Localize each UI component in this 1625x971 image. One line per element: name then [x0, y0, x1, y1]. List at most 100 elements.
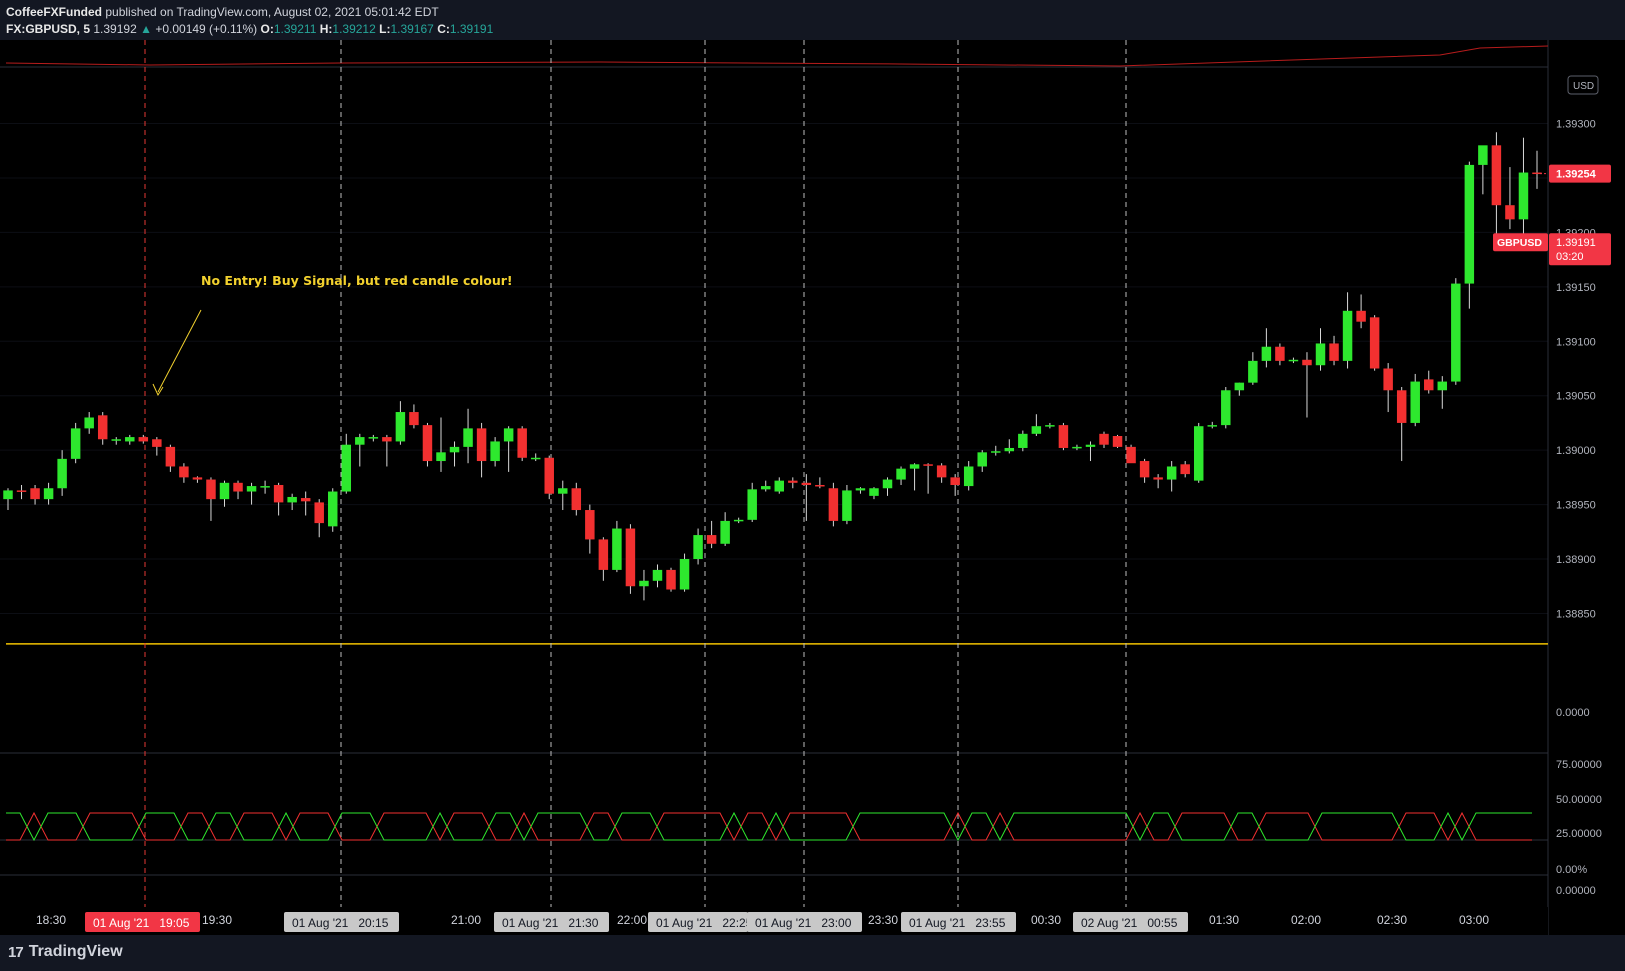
candle-body [449, 446, 460, 453]
brand-name: TradingView [28, 943, 123, 960]
candle-body [395, 412, 406, 442]
candle-body [869, 488, 879, 496]
time-tick-label: 02:30 [1377, 913, 1407, 927]
symbol-label[interactable]: FX:GBPUSD, 5 [6, 22, 90, 36]
close-label: C: [437, 22, 450, 36]
candle-body [1356, 310, 1366, 322]
time-axis[interactable]: 18:30 19:30 21:00 22:00 23:30 00:30 01:30 02:00… [0, 907, 1548, 935]
last-price: 1.39192 [93, 22, 137, 36]
candle-body [490, 441, 500, 462]
price-tick-label: 1.39000 [1556, 445, 1596, 457]
marked-time-label: 02 Aug '21 00:55 [1081, 916, 1178, 930]
candle-body [1302, 359, 1312, 366]
candle-body [84, 417, 94, 429]
candle-body [1058, 425, 1069, 448]
candle-body [639, 580, 649, 587]
candle-body [1193, 426, 1204, 481]
candle-body [1072, 446, 1082, 449]
candle-body [1248, 360, 1258, 383]
time-tick-label: 03:00 [1459, 913, 1489, 927]
candle-body [287, 496, 297, 503]
time-tick-label: 02:00 [1291, 913, 1321, 927]
current-price-value: 1.39254 [1556, 169, 1597, 181]
candle-body [530, 457, 541, 460]
open-value: 1.39211 [273, 22, 317, 36]
candle-body [1166, 466, 1177, 480]
candle-body [855, 488, 866, 491]
candle-body [409, 412, 419, 426]
candle-body [314, 502, 324, 524]
candle-body [882, 479, 893, 489]
osc-tick-label: 75.00000 [1556, 759, 1602, 771]
candle-body [963, 466, 974, 487]
chart-background [0, 40, 1625, 935]
candle-body [3, 490, 13, 500]
candle-body [1018, 433, 1028, 448]
candle-body [625, 528, 636, 587]
osc-tick-label: 25.00000 [1556, 828, 1602, 840]
candle-body [693, 535, 703, 560]
price-change: +0.00149 (+0.11%) [155, 22, 258, 36]
candle-body [544, 457, 554, 494]
candle-body [1180, 464, 1190, 475]
candle-body [1004, 447, 1015, 452]
candle-body [70, 428, 81, 459]
candle-body [774, 480, 785, 492]
candle-body [192, 477, 203, 480]
annotation-text: No Entry! Buy Signal, but red candle col… [201, 273, 513, 288]
tradingview-logo-icon: 17 [8, 943, 24, 961]
time-tick-label: 21:00 [451, 913, 481, 927]
candle-body [828, 488, 839, 521]
candle-body [815, 484, 825, 487]
marked-time-label: 01 Aug '21 23:00 [755, 916, 852, 930]
candle-body [1221, 390, 1231, 426]
candle-body [138, 437, 149, 442]
candle-body [179, 466, 189, 478]
tradingview-brand[interactable]: 17 TradingView [8, 943, 123, 961]
time-tick-label: 00:30 [1031, 913, 1061, 927]
candle-body [1437, 381, 1448, 391]
candle-body [706, 535, 717, 544]
candle-body [57, 458, 67, 489]
low-value: 1.39167 [390, 22, 434, 36]
candle-body [436, 452, 446, 462]
candle-body [679, 559, 690, 590]
candle-body [842, 490, 852, 521]
author-name[interactable]: CoffeeFXFunded [6, 5, 102, 19]
candle-body [368, 437, 379, 439]
candle-body [558, 488, 568, 494]
candle-body [571, 488, 582, 511]
candle-body [747, 489, 757, 520]
candle-body [1342, 310, 1353, 361]
candle-body [1464, 164, 1475, 284]
candle-body [801, 482, 812, 485]
candle-body [341, 444, 352, 492]
candle-body [760, 486, 771, 490]
candle-body [260, 486, 270, 488]
candle-body [422, 425, 433, 462]
candle-body [598, 539, 609, 570]
candle-body [111, 439, 121, 441]
candle-body [382, 437, 392, 442]
candle-body [30, 488, 40, 500]
candle-body [1153, 477, 1163, 480]
price-tick-label: 1.38900 [1556, 554, 1596, 566]
marked-time-label: 01 Aug '21 20:15 [292, 916, 389, 930]
symbol-tag-label: GBPUSD [1497, 237, 1542, 249]
high-label: H: [319, 22, 333, 36]
time-tick-label: 01:30 [1209, 913, 1239, 927]
candle-body [233, 482, 243, 492]
candle-body [950, 477, 960, 485]
high-value: 1.39212 [332, 22, 376, 36]
candle-body [977, 452, 987, 467]
price-chart[interactable]: No Entry! Buy Signal, but red candle col… [0, 40, 1625, 935]
candle-body [219, 482, 230, 500]
candle-body [1424, 379, 1434, 391]
osc-tick-label: 50.00000 [1556, 794, 1602, 806]
candle-body [1139, 461, 1150, 478]
candle-body [328, 491, 338, 527]
candle-body [1369, 317, 1380, 369]
candle-body [612, 528, 622, 570]
price-tick-label: 1.39100 [1556, 336, 1596, 348]
candle-body [1288, 359, 1299, 362]
